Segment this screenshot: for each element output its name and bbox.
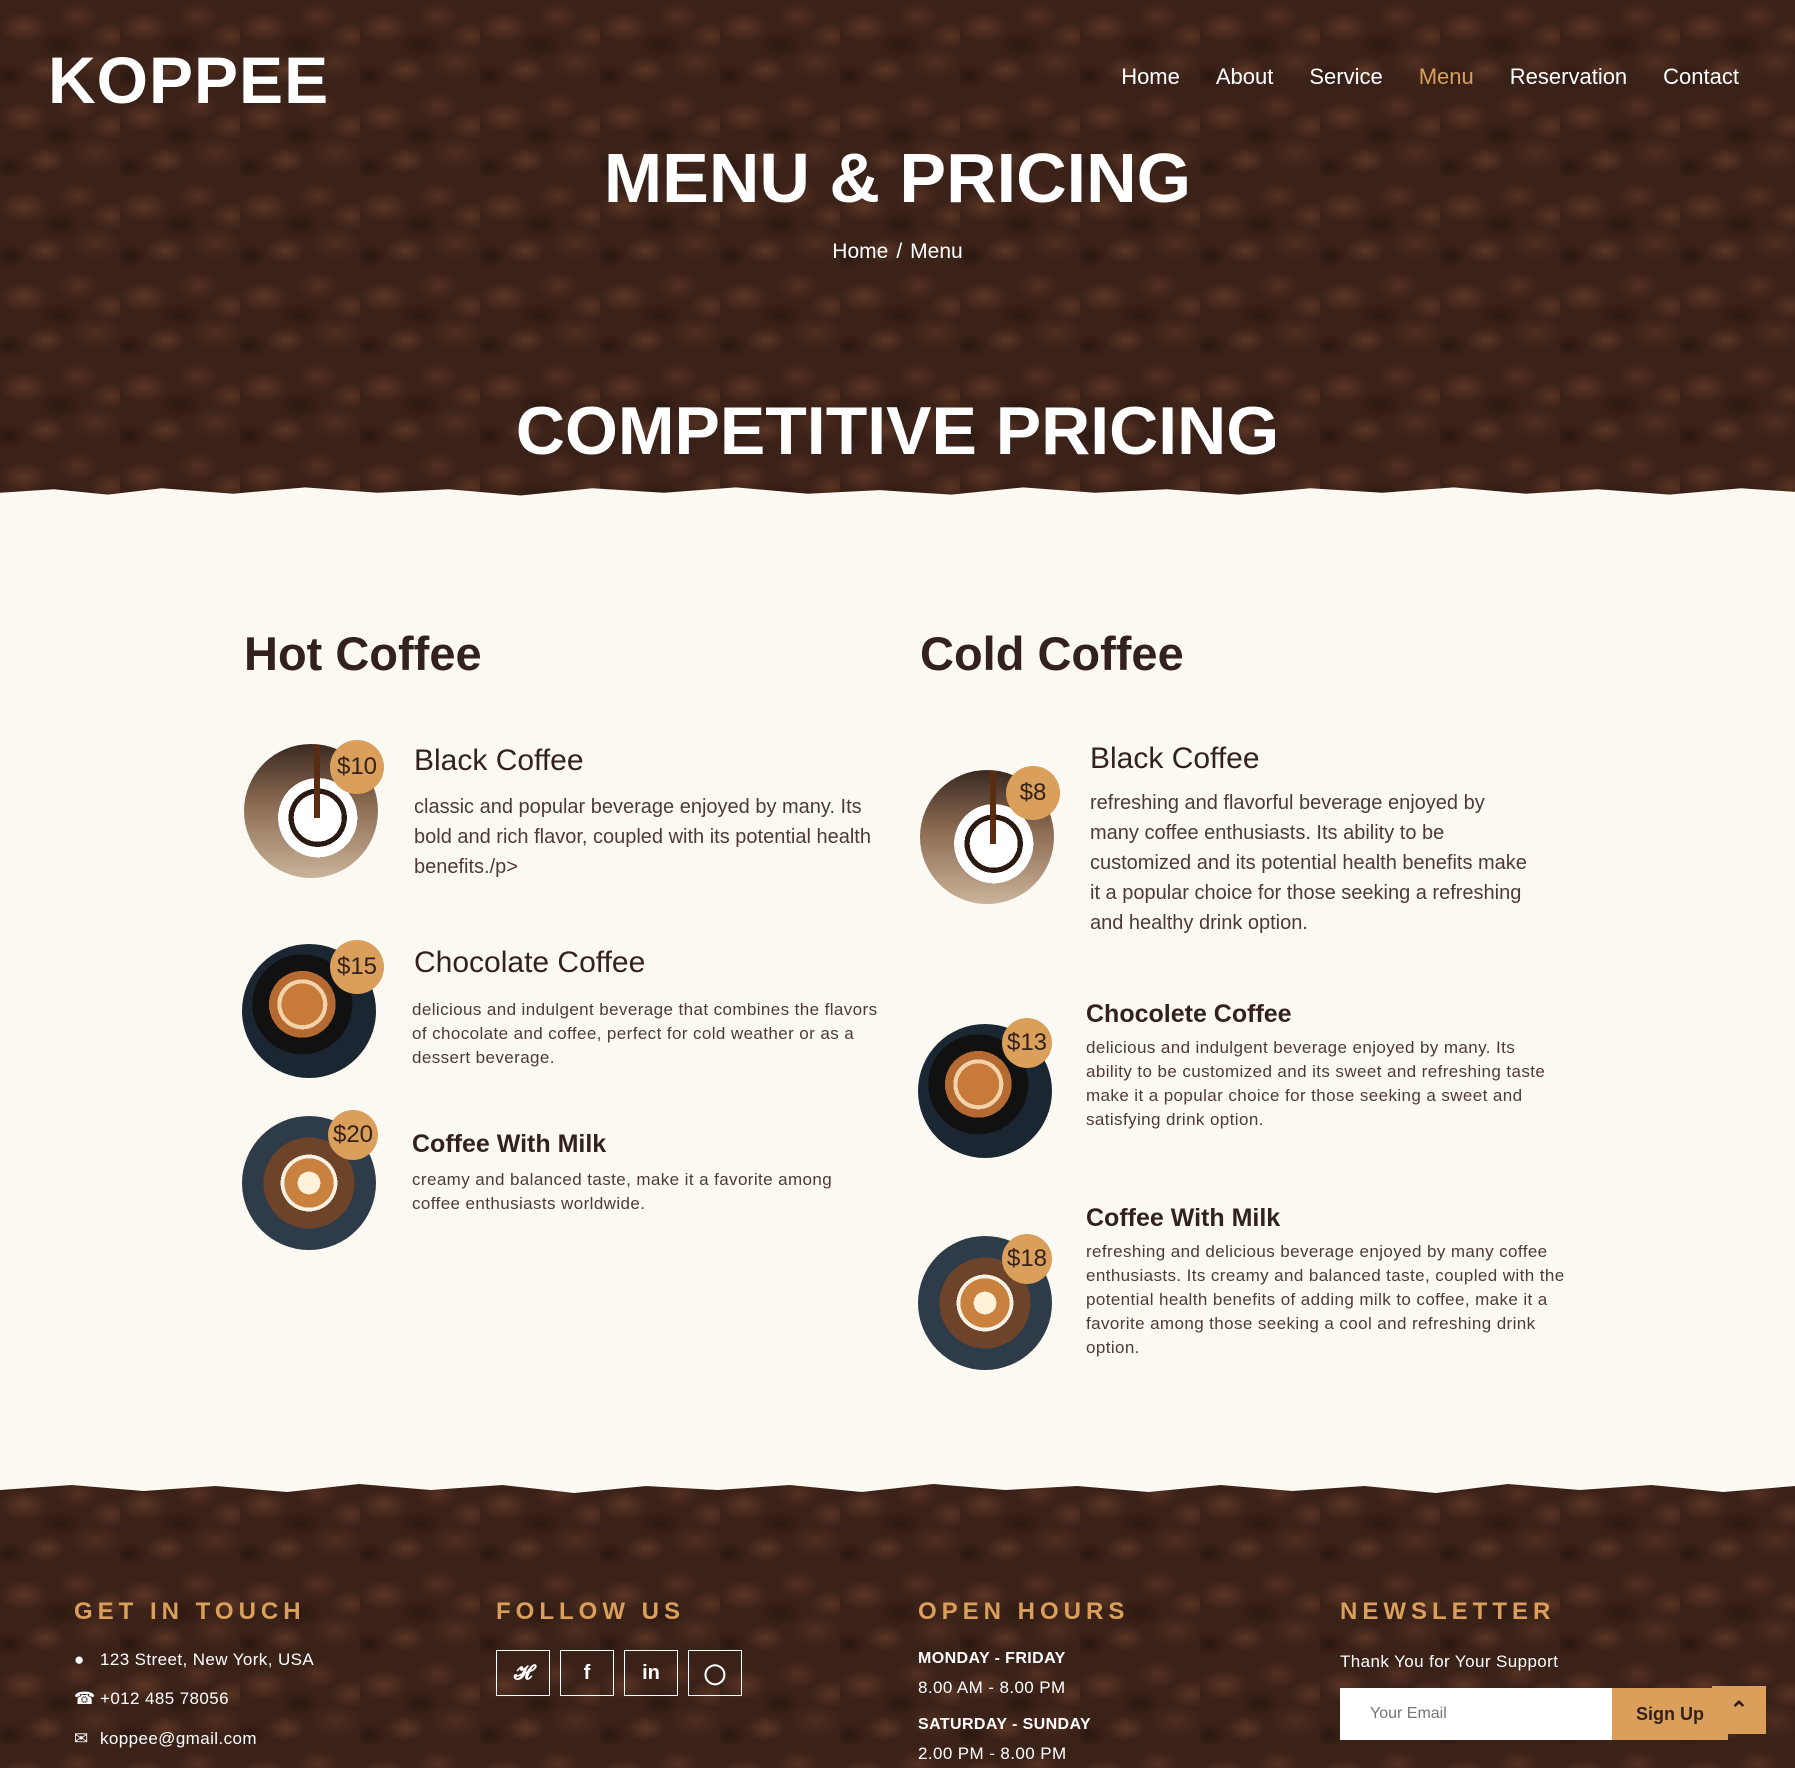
footer: GET IN TOUCH ● 123 Street, New York, USA … [0, 1478, 1795, 1768]
page-title: MENU & PRICING [603, 139, 1192, 217]
price-badge: $18 [1002, 1234, 1052, 1284]
main-nav: Home About Service Menu Reservation Cont… [1121, 64, 1739, 90]
weekend-time: 2.00 PM - 8.00 PM [918, 1744, 1067, 1763]
instagram-icon[interactable]: ◯ [688, 1650, 742, 1696]
nav-reservation[interactable]: Reservation [1510, 64, 1627, 90]
address: ● 123 Street, New York, USA [74, 1650, 315, 1669]
price-badge: $15 [330, 940, 384, 994]
newsletter-email-input[interactable] [1340, 1688, 1612, 1740]
back-to-top-button[interactable]: ⌃ [1712, 1686, 1766, 1734]
breadcrumb: Home / Menu [0, 240, 1795, 264]
item-name: Black Coffee [1090, 742, 1260, 775]
breadcrumb-separator: / [896, 240, 903, 263]
item-description: classic and popular beverage enjoyed by … [414, 796, 871, 878]
twitter-icon[interactable]: 𝓗 [496, 1650, 550, 1696]
nav-menu[interactable]: Menu [1419, 64, 1474, 90]
item-description: refreshing and flavorful beverage enjoye… [1090, 792, 1527, 934]
social-links: 𝓗 f in ◯ [496, 1650, 742, 1696]
breadcrumb-current: Menu [910, 240, 963, 263]
item-description: creamy and balanced taste, make it a fav… [412, 1170, 833, 1213]
price-badge: $13 [1002, 1018, 1052, 1068]
get-in-touch-title: GET IN TOUCH [74, 1598, 306, 1625]
follow-us-title: FOLLOW US [496, 1598, 685, 1625]
sign-up-button[interactable]: Sign Up [1612, 1688, 1728, 1740]
item-description: refreshing and delicious beverage enjoye… [1086, 1242, 1565, 1357]
item-name: Chocolate Coffee [414, 946, 646, 979]
email[interactable]: ✉ koppee@gmail.com [74, 1729, 257, 1749]
weekend-label: SATURDAY - SUNDAY [918, 1716, 1092, 1733]
item-name: Chocolete Coffee [1086, 1000, 1292, 1028]
nav-about[interactable]: About [1216, 64, 1274, 90]
price-badge: $20 [328, 1110, 378, 1160]
weekday-label: MONDAY - FRIDAY [918, 1650, 1066, 1667]
nav-home[interactable]: Home [1121, 64, 1180, 90]
phone-icon: ☎ [74, 1689, 96, 1708]
item-description: delicious and indulgent beverage enjoyed… [1086, 1038, 1546, 1129]
weekday-time: 8.00 AM - 8.00 PM [918, 1678, 1066, 1697]
item-name: Black Coffee [414, 744, 584, 777]
item-name: Coffee With Milk [412, 1130, 607, 1158]
logo[interactable]: KOPPEE [48, 42, 329, 118]
nav-contact[interactable]: Contact [1663, 64, 1739, 90]
item-description: delicious and indulgent beverage that co… [412, 1000, 878, 1067]
hero-header: KOPPEE Home About Service Menu Reservati… [0, 0, 1795, 500]
phone: ☎ +012 485 78056 [74, 1689, 229, 1708]
envelope-icon: ✉ [74, 1729, 89, 1748]
hot-coffee-title: Hot Coffee [244, 627, 482, 680]
facebook-icon[interactable]: f [560, 1650, 614, 1696]
linkedin-icon[interactable]: in [624, 1650, 678, 1696]
newsletter-text: Thank You for Your Support [1340, 1652, 1559, 1671]
open-hours-title: OPEN HOURS [918, 1598, 1130, 1625]
price-badge: $8 [1006, 766, 1060, 820]
cold-coffee-title: Cold Coffee [920, 627, 1184, 680]
price-badge: $10 [330, 740, 384, 794]
newsletter-title: NEWSLETTER [1340, 1598, 1556, 1625]
breadcrumb-home[interactable]: Home [832, 240, 888, 263]
item-name: Coffee With Milk [1086, 1204, 1281, 1232]
nav-service[interactable]: Service [1309, 64, 1382, 90]
map-marker-icon: ● [74, 1650, 85, 1669]
section-title: COMPETITIVE PRICING [515, 393, 1280, 469]
double-chevron-up-icon: ⌃ [1729, 1697, 1749, 1722]
